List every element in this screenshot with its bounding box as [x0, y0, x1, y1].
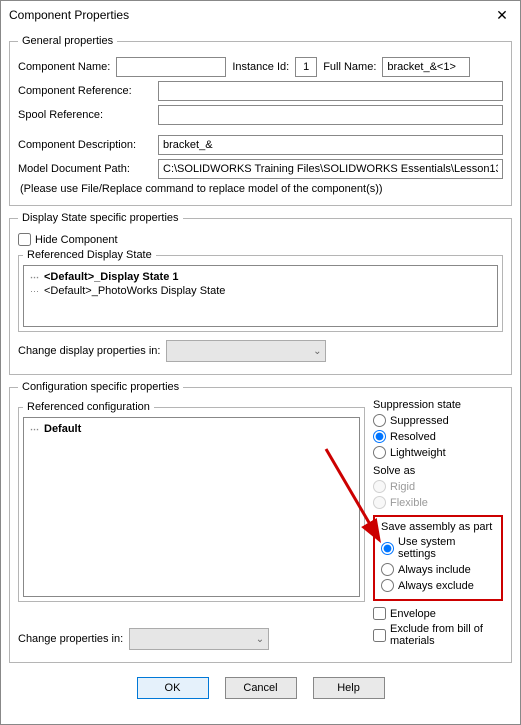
close-icon[interactable]: ✕: [492, 7, 512, 24]
resolved-label: Resolved: [390, 431, 436, 443]
cancel-button[interactable]: Cancel: [225, 677, 297, 699]
spool-reference-label: Spool Reference:: [18, 109, 152, 121]
exclude-bom-label: Exclude from bill of materials: [390, 623, 503, 647]
envelope-label: Envelope: [390, 608, 436, 620]
always-exclude-label: Always exclude: [398, 580, 474, 592]
lightweight-label: Lightweight: [390, 447, 446, 459]
lightweight-radio[interactable]: [373, 446, 386, 459]
display-state-group: Display State specific properties Hide C…: [9, 212, 512, 375]
instance-id-label: Instance Id:: [232, 61, 289, 73]
save-assembly-highlight: Save assembly as part Use system setting…: [373, 515, 503, 601]
component-reference-label: Component Reference:: [18, 85, 152, 97]
referenced-display-state-legend: Referenced Display State: [23, 249, 156, 261]
flexible-radio: [373, 496, 386, 509]
hide-component-checkbox[interactable]: [18, 233, 31, 246]
component-description-label: Component Description:: [18, 139, 152, 151]
change-display-props-combo[interactable]: ⌄: [166, 340, 326, 362]
rigid-radio: [373, 480, 386, 493]
suppression-state-title: Suppression state: [373, 399, 503, 411]
chevron-down-icon: ⌄: [313, 346, 321, 357]
dialog-content: General properties Component Name: Insta…: [1, 29, 520, 724]
referenced-display-state-group: Referenced Display State <Default>_Displ…: [18, 249, 503, 332]
always-include-label: Always include: [398, 564, 471, 576]
titlebar: Component Properties ✕: [1, 1, 520, 29]
full-name-label: Full Name:: [323, 61, 376, 73]
display-state-item[interactable]: <Default>_PhotoWorks Display State: [30, 284, 491, 298]
solve-as-title: Solve as: [373, 465, 503, 477]
change-props-combo[interactable]: ⌄: [129, 628, 269, 650]
chevron-down-icon: ⌄: [256, 634, 264, 645]
component-name-label: Component Name:: [18, 61, 110, 73]
rigid-label: Rigid: [390, 481, 415, 493]
change-display-props-label: Change display properties in:: [18, 345, 160, 357]
exclude-bom-checkbox[interactable]: [373, 629, 386, 642]
hide-component-label: Hide Component: [35, 234, 118, 246]
resolved-radio[interactable]: [373, 430, 386, 443]
spool-reference-input[interactable]: [158, 105, 503, 125]
replace-note: (Please use File/Replace command to repl…: [20, 183, 503, 195]
model-doc-path-label: Model Document Path:: [18, 163, 152, 175]
full-name-input: [382, 57, 470, 77]
help-button[interactable]: Help: [313, 677, 385, 699]
use-system-settings-label: Use system settings: [398, 536, 495, 560]
configuration-group: Configuration specific properties Refere…: [9, 381, 512, 663]
dialog-footer: OK Cancel Help: [9, 669, 512, 711]
save-assembly-title: Save assembly as part: [381, 521, 495, 533]
component-name-input[interactable]: [116, 57, 226, 77]
change-props-label: Change properties in:: [18, 633, 123, 645]
always-exclude-radio[interactable]: [381, 579, 394, 592]
suppressed-label: Suppressed: [390, 415, 449, 427]
display-state-tree[interactable]: <Default>_Display State 1 <Default>_Phot…: [23, 265, 498, 327]
referenced-config-legend: Referenced configuration: [23, 401, 154, 413]
suppressed-radio[interactable]: [373, 414, 386, 427]
instance-id-input: [295, 57, 317, 77]
config-item[interactable]: Default: [30, 422, 353, 436]
display-state-item[interactable]: <Default>_Display State 1: [30, 270, 491, 284]
envelope-checkbox[interactable]: [373, 607, 386, 620]
flexible-label: Flexible: [390, 497, 428, 509]
general-legend: General properties: [18, 35, 117, 47]
general-properties-group: General properties Component Name: Insta…: [9, 35, 512, 206]
window-title: Component Properties: [9, 8, 129, 22]
display-state-legend: Display State specific properties: [18, 212, 183, 224]
config-tree[interactable]: Default: [23, 417, 360, 597]
component-reference-input[interactable]: [158, 81, 503, 101]
referenced-config-group: Referenced configuration Default: [18, 401, 365, 602]
use-system-settings-radio[interactable]: [381, 542, 394, 555]
always-include-radio[interactable]: [381, 563, 394, 576]
configuration-legend: Configuration specific properties: [18, 381, 183, 393]
dialog-window: Component Properties ✕ General propertie…: [0, 0, 521, 725]
model-doc-path-input: [158, 159, 503, 179]
ok-button[interactable]: OK: [137, 677, 209, 699]
component-description-input[interactable]: [158, 135, 503, 155]
